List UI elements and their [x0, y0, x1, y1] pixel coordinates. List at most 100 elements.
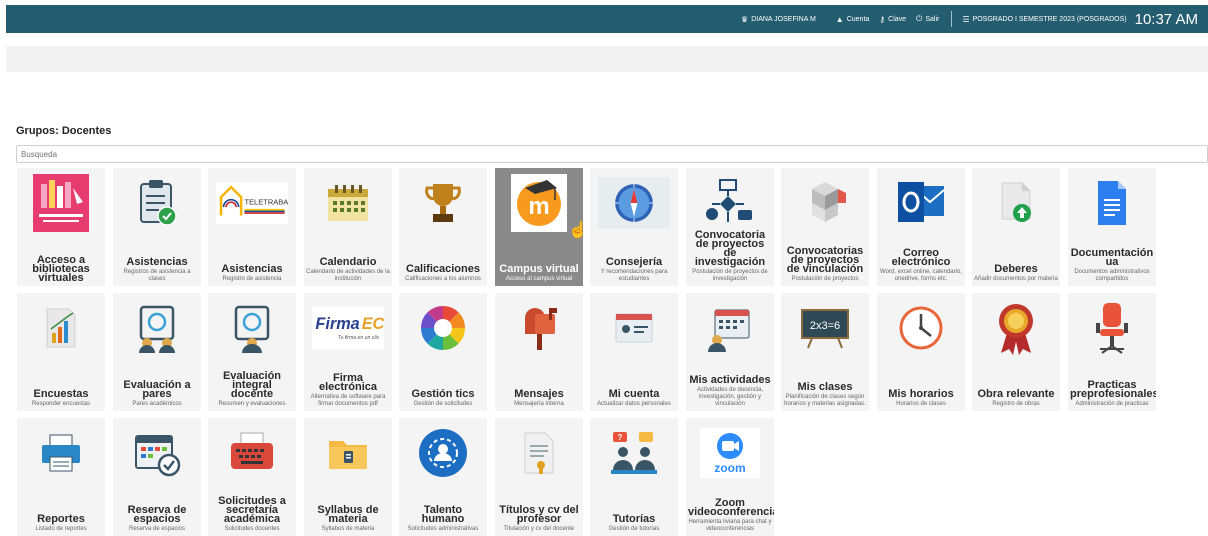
app-tile-title: Consejería [605, 256, 663, 268]
app-tile[interactable]: Reserva de espacios Reserva de espacios [113, 418, 201, 536]
app-tile[interactable]: Practicas preprofesionales Administración… [1068, 293, 1156, 411]
app-tile[interactable]: Firma EC Tu firma en un clic Firma electrón… [304, 293, 392, 411]
app-tile-subtitle: Registro de asistencia [222, 276, 282, 282]
app-tile[interactable]: Calendario Calendario de actividades de l… [304, 168, 392, 286]
app-tile[interactable]: Gestión tics Gestión de solicitudes [399, 293, 487, 411]
clock-icon [885, 297, 957, 359]
app-tile-text: Calificaciones Calificaciones a los alumn… [399, 264, 487, 283]
calendar-check-icon [121, 422, 193, 484]
app-tile-text: Mensajes Mensajería interna [495, 389, 583, 408]
svg-text:Firma: Firma [315, 315, 359, 333]
profile-card-icon [598, 297, 670, 359]
app-tile[interactable]: Acceso a bibliotecas virtuales [17, 168, 105, 286]
app-tile-title: Documentación ua [1070, 247, 1154, 268]
app-tile-subtitle: Alternativa de software para firmar docu… [310, 394, 386, 407]
list-icon: ☰ [962, 14, 970, 24]
app-tile-title: Zoom videoconferencia [688, 497, 774, 518]
app-tile-text: Mis actividades Actividades de docencia, … [686, 374, 774, 408]
app-tile[interactable]: Syllabus de materia Syllabus de materia [304, 418, 392, 536]
app-tile-text: Calendario Calendario de actividades de l… [304, 256, 392, 283]
password-link[interactable]: ⚷ Clave [879, 15, 906, 24]
app-tile[interactable]: Mensajes Mensajería interna [495, 293, 583, 411]
app-tile-title: Campus virtual [499, 263, 579, 275]
app-tile-title: Evaluación a pares [123, 379, 191, 400]
app-tile-title: Tutorías [612, 513, 656, 525]
app-tile-text: Tutorías Gestión de tutorías [590, 513, 678, 533]
app-tile-title: Calendario [319, 256, 377, 268]
app-tile-subtitle: Resumen y evaluaciones [218, 401, 286, 407]
app-tile-text: Acceso a bibliotecas virtuales [17, 254, 105, 284]
top-bar: ♛ DIANA JOSEFINA M ▲ Cuenta ⚷ Clave ⏻ Salir … [6, 5, 1208, 33]
app-tile[interactable]: Evaluación a pares Pares académicos [113, 293, 201, 411]
app-tile[interactable]: Mis actividades Actividades de docencia, … [686, 293, 774, 411]
outlook-icon [885, 172, 957, 234]
period-label: POSGRADO I SEMESTRE 2023 (POSGRADOS) [972, 15, 1127, 23]
user-menu[interactable]: ♛ DIANA JOSEFINA M [741, 15, 816, 24]
activities-calendar-icon [694, 297, 766, 359]
mouse-cursor-icon: ☝ [568, 222, 588, 239]
app-tile-text: Talento humano Solicitudes administrativa… [399, 505, 487, 533]
teacher-evaluation-icon [216, 297, 288, 359]
app-tile[interactable]: Mi cuenta Actualizar datos personales [590, 293, 678, 411]
app-tile-subtitle: Calificaciones a los alumnos [405, 276, 481, 282]
app-tile[interactable]: Convocatoria de proyectos de investigaci… [686, 168, 774, 286]
app-tile-text: Syllabus de materia Syllabus de materia [304, 505, 392, 533]
app-tile[interactable]: Reportes Listado de reportes [17, 418, 105, 536]
app-tile-subtitle: Herramienta liviana para chat y videocon… [688, 519, 772, 532]
app-tile-subtitle: Syllabus de materia [321, 526, 375, 532]
app-tile-text: Deberes Añadir documentos por materia [972, 264, 1060, 283]
account-link[interactable]: ▲ Cuenta [836, 15, 870, 24]
app-tile[interactable]: Obra relevante Registro de obras [972, 293, 1060, 411]
app-tile[interactable]: zoom Zoom videoconferencia Herramienta liv… [686, 418, 774, 536]
app-tile-text: Gestión tics Gestión de solicitudes [399, 389, 487, 408]
app-tile[interactable]: ? Tutorías Gestión de tutorías [590, 418, 678, 536]
app-tile-text: Mis clases Planificación de clases según … [781, 381, 869, 408]
app-tile-title: Mis actividades [689, 374, 771, 386]
app-tile-text: Practicas preprofesionales Administración… [1068, 380, 1156, 408]
app-tile-subtitle: Actividades de docencia, investigación, … [696, 387, 764, 407]
app-tile-title: Mis clases [797, 381, 853, 393]
app-tile[interactable]: Consejería Y recomendaciones para estudia… [590, 168, 678, 286]
period-selector[interactable]: ☰ POSGRADO I SEMESTRE 2023 (POSGRADOS) [962, 15, 1126, 24]
app-tile[interactable]: TELETRABAJO AsistenciasRegistro de asiste… [208, 168, 296, 286]
survey-chart-icon [25, 297, 97, 359]
topbar-divider [951, 11, 953, 27]
app-tile-subtitle: Titulación y cv del docente [503, 526, 575, 532]
app-tile-text: Campus virtual Acceso al campus virtual [495, 263, 583, 283]
app-tile-title: Acceso a bibliotecas virtuales [32, 254, 90, 284]
app-tile[interactable]: Convocatorias de proyectos de vinculació… [781, 168, 869, 286]
app-tile-text: Asistencias Registro de asistencia [208, 264, 296, 283]
app-tile[interactable]: Mis horarios Horarios de clases [877, 293, 965, 411]
app-tile-title: Reserva de espacios [127, 504, 187, 525]
app-tile-subtitle: Planificación de clases según horarios y… [784, 394, 866, 407]
app-tile-subtitle: Documentos administrativos compartidos [1074, 269, 1150, 282]
app-tile[interactable]: 2x3=6 Mis clases Planificación de clases s… [781, 293, 869, 411]
app-tile[interactable]: Evaluación integral docente Resumen y eva… [208, 293, 296, 411]
logout-link[interactable]: ⏻ Salir [916, 14, 939, 24]
app-tile[interactable]: Calificaciones Calificaciones a los alumn… [399, 168, 487, 286]
clock: 10:37 AM [1134, 10, 1198, 28]
app-tile[interactable]: Talento humano Solicitudes administrativa… [399, 418, 487, 536]
cubes-icon [789, 172, 861, 234]
app-tile-title: Convocatorias de proyectos de vinculació… [786, 245, 864, 275]
app-tile[interactable]: Asistencias Registros de asistencia a cla… [113, 168, 201, 286]
app-tile-title: Evaluación integral docente [222, 370, 282, 400]
svg-text:m: m [528, 193, 549, 220]
app-tile[interactable]: Encuestas Responder encuestas [17, 293, 105, 411]
app-tile[interactable]: Títulos y cv del profesor Titulación y cv… [495, 418, 583, 536]
app-tile-text: Reserva de espacios Reserva de espacios [113, 504, 201, 533]
app-tile[interactable]: Deberes Añadir documentos por materia [972, 168, 1060, 286]
color-wheel-icon [407, 297, 479, 359]
app-tile[interactable]: Correo electrónico Word, excel online, ca… [877, 168, 965, 286]
moodle-icon: m [503, 172, 575, 234]
key-icon: ⚷ [879, 14, 886, 24]
app-tile-text: Convocatoria de proyectos de investigaci… [686, 230, 774, 283]
app-tile-text: Evaluación integral docente Resumen y eva… [208, 370, 296, 408]
app-tile-text: Zoom videoconferencia Herramienta liviana… [686, 497, 774, 533]
search-input[interactable] [16, 145, 1208, 163]
app-tile[interactable]: Documentación ua Documentos administrativ… [1068, 168, 1156, 286]
app-tile[interactable]: Solicitudes a secretaría académica Solici… [208, 418, 296, 536]
account-label: Cuenta [846, 15, 870, 23]
certificate-icon [503, 422, 575, 484]
flowchart-icon [694, 172, 766, 234]
